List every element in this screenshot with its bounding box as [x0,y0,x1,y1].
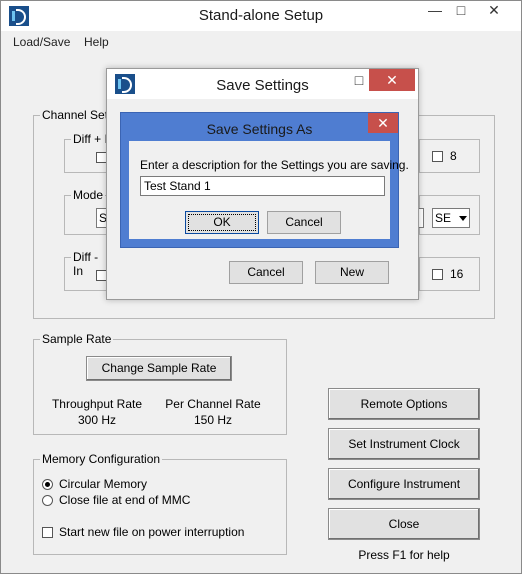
help-hint: Press F1 for help [358,548,450,562]
change-sample-rate-button[interactable]: Change Sample Rate [86,356,232,381]
save-settings-as-body: Enter a description for the Settings you… [129,141,409,239]
throughput-rate-value: 300 Hz [77,413,117,427]
memory-configuration-group: Memory Configuration Circular Memory Clo… [33,452,287,555]
sample-rate-label: Sample Rate [40,332,114,346]
right-group-16: 16 [419,257,480,291]
circular-memory-radio[interactable] [42,479,53,490]
menu-load-save[interactable]: Load/Save [13,35,70,49]
mode-select-right[interactable]: SE [432,208,470,228]
per-channel-rate-value: 150 Hz [193,413,233,427]
set-instrument-clock-button[interactable]: Set Instrument Clock [328,428,480,460]
start-new-file-label: Start new file on power interruption [59,525,245,539]
start-new-file-checkbox[interactable] [42,527,53,538]
save-settings-cancel-button[interactable]: Cancel [229,261,303,284]
save-settings-as-title: Save Settings As [206,121,313,137]
save-settings-new-button[interactable]: New [315,261,389,284]
chevron-down-icon [459,216,467,221]
save-settings-as-dialog: Save Settings As ✕ Enter a description f… [120,112,409,248]
close-window-icon[interactable]: ✕ [471,1,517,21]
configure-instrument-button[interactable]: Configure Instrument [328,468,480,500]
save-settings-titlebar: Save Settings □ ✕ [107,69,418,99]
per-channel-rate-label: Per Channel Rate [165,397,261,411]
description-prompt: Enter a description for the Settings you… [140,158,409,172]
description-input[interactable]: Test Stand 1 [140,176,385,196]
close-file-radio[interactable] [42,495,53,506]
channel-16-label: 16 [450,267,464,281]
save-as-cancel-button[interactable]: Cancel [267,211,341,234]
channel-8-checkbox[interactable] [432,151,443,162]
save-settings-close-icon[interactable]: ✕ [369,69,415,91]
menu-bar: Load/Save Help [1,32,521,52]
sample-rate-group: Sample Rate Change Sample Rate Throughpu… [33,332,287,435]
remote-options-button[interactable]: Remote Options [328,388,480,420]
channel-8-label: 8 [450,149,457,163]
minimize-icon[interactable]: — [421,1,449,21]
save-settings-as-close-icon[interactable]: ✕ [368,113,398,133]
throughput-rate-label: Throughput Rate [51,397,143,411]
channel-settings-label: Channel Setti [40,108,117,122]
right-mode-group: SE [418,195,480,235]
diff-plus-label: Diff + I [71,132,110,146]
circular-memory-label: Circular Memory [59,477,148,491]
right-group-8: 8 [419,139,480,173]
close-button[interactable]: Close [328,508,480,540]
main-titlebar: Stand-alone Setup — □ ✕ [1,1,521,31]
mode-label: Mode [71,188,106,202]
ok-button[interactable]: OK [185,211,259,234]
close-file-label: Close file at end of MMC [59,493,191,507]
channel-16-checkbox[interactable] [432,269,443,280]
memory-configuration-label: Memory Configuration [40,452,163,466]
menu-help[interactable]: Help [84,35,109,49]
